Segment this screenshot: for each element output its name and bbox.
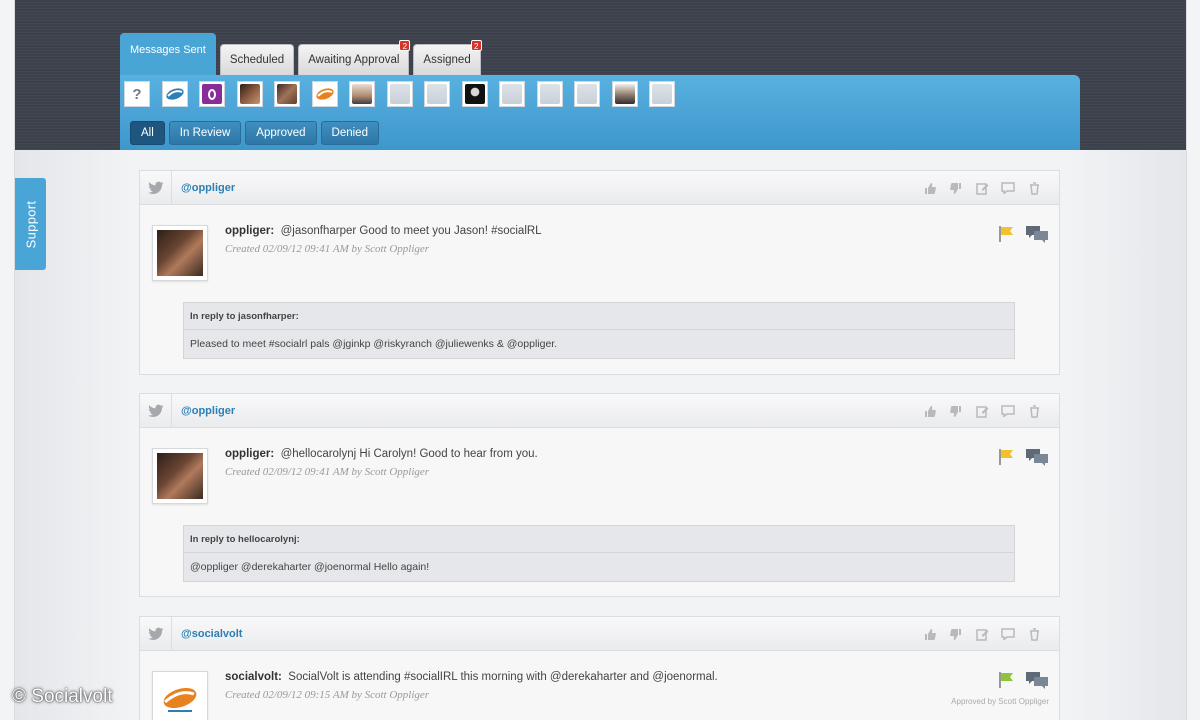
blank-avatar[interactable] <box>499 81 525 107</box>
status-filters: All In Review Approved Denied <box>130 121 383 145</box>
tab-label: Assigned <box>423 54 471 66</box>
tab-scheduled[interactable]: Scheduled <box>219 44 295 75</box>
count-badge: 2 <box>470 40 482 51</box>
tab-label: Scheduled <box>229 54 285 66</box>
user-photo[interactable] <box>274 81 300 107</box>
message-content: SocialVolt is attending #socialIRL this … <box>288 671 718 683</box>
message-author: oppliger: <box>225 225 275 237</box>
orange-logo[interactable] <box>311 81 338 107</box>
message-meta: Created 02/09/12 09:15 AM by Scott Oppli… <box>225 689 430 701</box>
card-header: @oppliger <box>140 171 1059 205</box>
count-badge: 2 <box>399 40 411 51</box>
card-actions <box>913 402 1043 420</box>
edit-icon[interactable] <box>973 625 991 643</box>
author-avatar <box>152 448 208 504</box>
right-margin <box>1186 0 1200 720</box>
message-card: @oppliger oppliger: @jasonfharper Good t… <box>139 170 1060 375</box>
message-text: socialvolt: SocialVolt is attending #soc… <box>225 671 718 683</box>
filter-panel: ? All In Review Approved Denied <box>120 75 1080 150</box>
reply-header: In reply to jasonfharper: <box>184 303 1014 330</box>
message-author: oppliger: <box>225 448 275 460</box>
blank-avatar[interactable] <box>574 81 600 107</box>
twitter-bird-icon <box>140 171 172 204</box>
support-label: Support <box>23 200 39 248</box>
user-photo[interactable] <box>236 81 263 107</box>
conversation-icon[interactable] <box>1025 671 1049 694</box>
message-tabs: Messages Sent Scheduled Awaiting Approva… <box>120 33 485 75</box>
edit-icon[interactable] <box>973 402 991 420</box>
blank-avatar[interactable] <box>386 81 413 107</box>
conversation-icon[interactable] <box>1025 225 1049 248</box>
message-author: socialvolt: <box>225 671 282 683</box>
tab-label: Messages Sent <box>130 44 206 56</box>
twitter-bird-icon <box>140 617 172 650</box>
comment-icon[interactable] <box>999 625 1017 643</box>
message-content: @jasonfharper Good to meet you Jason! #s… <box>280 225 542 237</box>
filter-in-review-button[interactable]: In Review <box>168 121 242 145</box>
comment-icon[interactable] <box>999 402 1017 420</box>
thumbs-up-icon[interactable] <box>921 625 939 643</box>
account-handle[interactable]: @oppliger <box>181 182 235 194</box>
tab-awaiting-approval[interactable]: Awaiting Approval 2 <box>298 40 411 75</box>
card-actions <box>913 625 1043 643</box>
flag-icon[interactable] <box>997 225 1015 248</box>
tab-label: Awaiting Approval <box>308 54 400 66</box>
conversation-icon[interactable] <box>1025 448 1049 471</box>
tab-assigned[interactable]: Assigned 2 <box>413 40 482 75</box>
thumbs-down-icon[interactable] <box>947 402 965 420</box>
reply-context: In reply to hellocarolynj: @oppliger @de… <box>183 525 1015 582</box>
message-content: @hellocarolynj Hi Carolyn! Good to hear … <box>280 448 538 460</box>
filter-all-button[interactable]: All <box>130 121 165 145</box>
message-card: @socialvolt socialvolt: SocialVolt is at… <box>139 616 1060 720</box>
card-header: @oppliger <box>140 394 1059 428</box>
account-handle[interactable]: @socialvolt <box>181 628 242 640</box>
blank-avatar[interactable] <box>536 81 563 107</box>
trash-icon[interactable] <box>1025 179 1043 197</box>
filter-denied-button[interactable]: Denied <box>320 121 379 145</box>
tab-messages-sent[interactable]: Messages Sent <box>120 33 216 75</box>
reply-text: Pleased to meet #socialrl pals @jginkp @… <box>190 338 558 350</box>
left-margin <box>0 0 15 720</box>
thumbs-down-icon[interactable] <box>947 179 965 197</box>
user-photo[interactable] <box>461 81 488 107</box>
message-meta: Created 02/09/12 09:41 AM by Scott Oppli… <box>225 243 430 255</box>
user-photo[interactable] <box>349 81 375 107</box>
support-tab[interactable]: Support <box>15 178 46 270</box>
account-avatar-list: ? <box>124 81 687 107</box>
reply-header: In reply to hellocarolynj: <box>184 526 1014 553</box>
comment-icon[interactable] <box>999 179 1017 197</box>
flag-icon[interactable] <box>997 671 1015 694</box>
reply-text: @oppliger @derekaharter @joenormal Hello… <box>190 561 430 573</box>
author-avatar <box>152 225 208 281</box>
author-avatar <box>152 671 208 720</box>
twitter-bird-icon <box>140 394 172 427</box>
blank-avatar[interactable] <box>424 81 450 107</box>
message-text: oppliger: @hellocarolynj Hi Carolyn! Goo… <box>225 448 538 460</box>
message-card: @oppliger oppliger: @hellocarolynj Hi Ca… <box>139 393 1060 597</box>
question-glyph: ? <box>132 85 142 103</box>
purple-logo[interactable] <box>199 81 225 107</box>
socialvolt-logo <box>163 687 197 712</box>
card-header: @socialvolt <box>140 617 1059 651</box>
filter-approved-button[interactable]: Approved <box>245 121 317 145</box>
trash-icon[interactable] <box>1025 402 1043 420</box>
question-icon[interactable]: ? <box>124 81 150 107</box>
flag-icon[interactable] <box>997 448 1015 471</box>
copyright-watermark: © Socialvolt <box>12 686 113 707</box>
message-meta: Created 02/09/12 09:41 AM by Scott Oppli… <box>225 466 430 478</box>
thumbs-down-icon[interactable] <box>947 625 965 643</box>
account-handle[interactable]: @oppliger <box>181 405 235 417</box>
user-photo[interactable] <box>611 81 638 107</box>
card-actions <box>913 179 1043 197</box>
message-text: oppliger: @jasonfharper Good to meet you… <box>225 225 542 237</box>
edit-icon[interactable] <box>973 179 991 197</box>
approval-note: Approved by Scott Oppliger <box>951 697 1049 706</box>
socialvolt-logo[interactable] <box>161 81 188 107</box>
reply-context: In reply to jasonfharper: Pleased to mee… <box>183 302 1015 359</box>
thumbs-up-icon[interactable] <box>921 402 939 420</box>
thumbs-up-icon[interactable] <box>921 179 939 197</box>
blank-avatar[interactable] <box>649 81 675 107</box>
trash-icon[interactable] <box>1025 625 1043 643</box>
